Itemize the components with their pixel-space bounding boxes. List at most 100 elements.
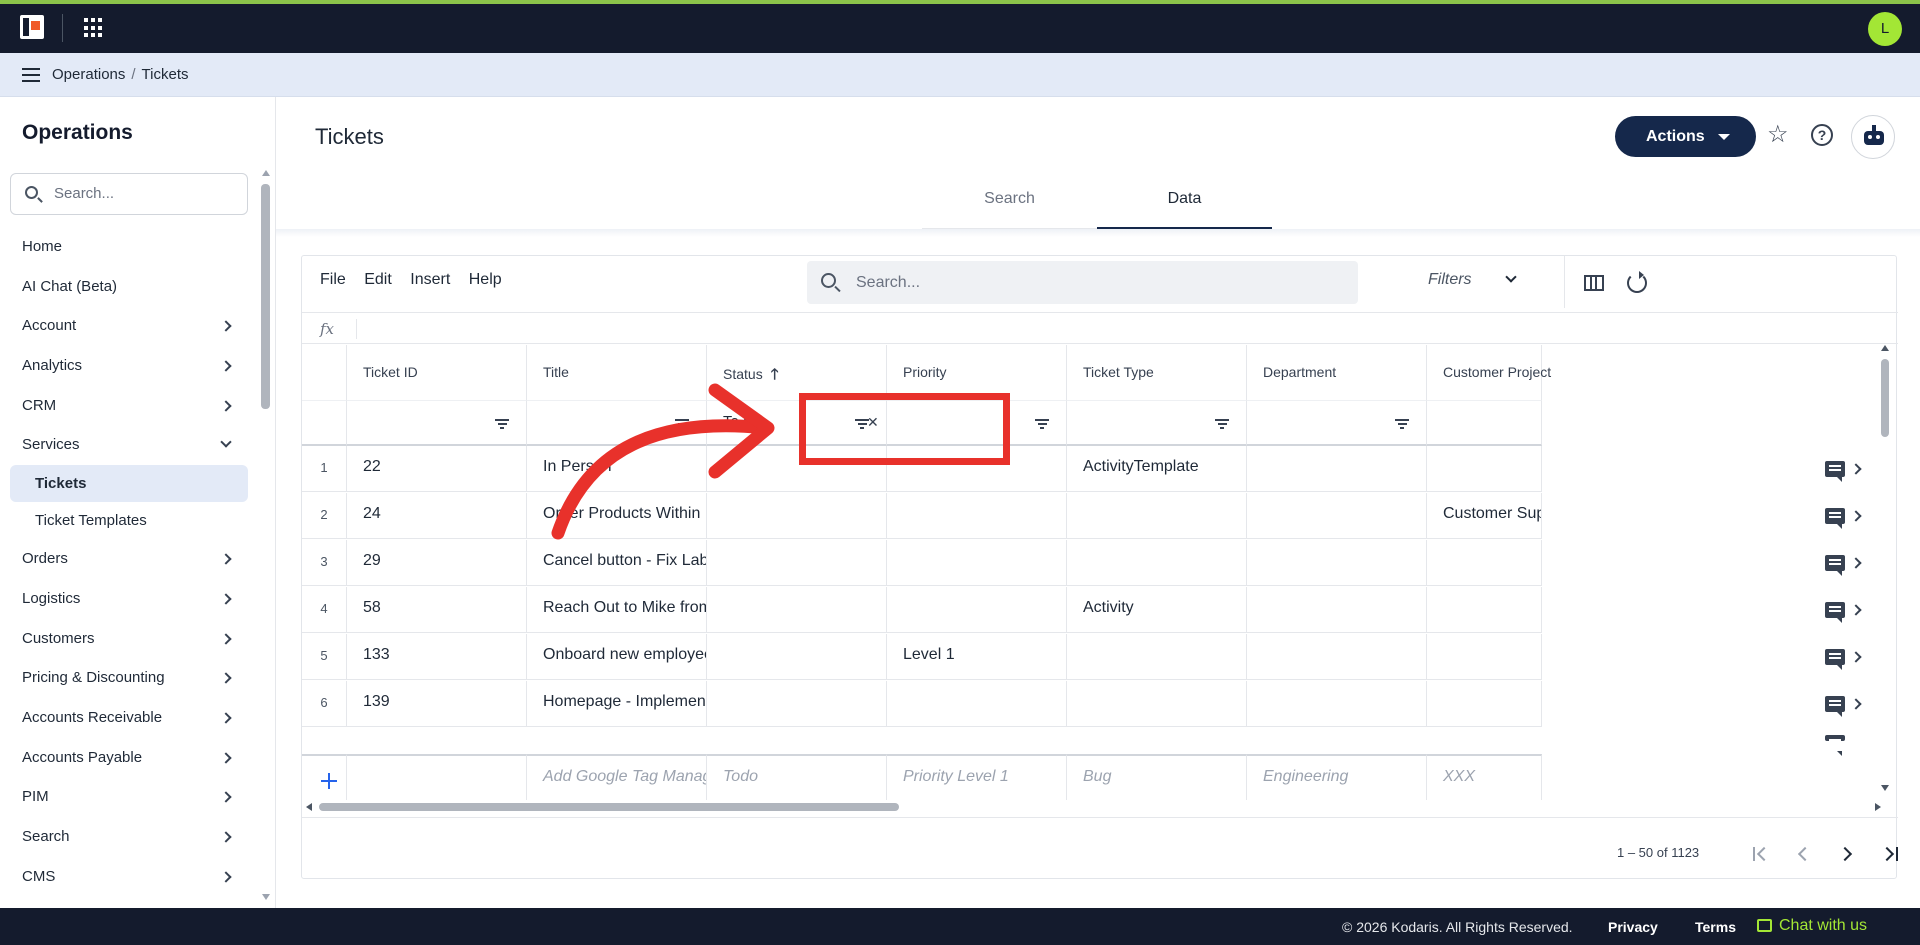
column-filter-ticket-id[interactable]: [347, 400, 527, 446]
chevron-right-icon[interactable]: [1850, 651, 1862, 663]
refresh-icon[interactable]: [1627, 271, 1647, 293]
sidebar-item-account[interactable]: Account: [0, 306, 256, 346]
add-row-button[interactable]: [302, 754, 347, 800]
column-filter-title[interactable]: [527, 400, 707, 446]
scroll-left-icon[interactable]: [306, 803, 312, 811]
table-cell[interactable]: Reach Out to Mike from...: [527, 587, 707, 633]
comment-icon[interactable]: [1825, 649, 1845, 670]
sidebar-item-ticket-templates[interactable]: Ticket Templates: [0, 502, 256, 539]
table-cell[interactable]: 24: [347, 493, 527, 539]
next-page-icon[interactable]: [1837, 844, 1858, 864]
table-cell[interactable]: [1067, 540, 1247, 586]
table-cell[interactable]: [1247, 634, 1427, 680]
menu-file[interactable]: File: [320, 271, 346, 288]
breadcrumb-parent[interactable]: Operations: [52, 66, 125, 83]
column-header-status[interactable]: Status 🡑: [707, 345, 887, 400]
table-cell[interactable]: Onboard new employee: [527, 634, 707, 680]
menu-toggle-icon[interactable]: [22, 68, 40, 82]
add-row-placeholder[interactable]: Priority Level 1: [887, 754, 1067, 800]
column-filter-ticket-type[interactable]: [1067, 400, 1247, 446]
add-row-placeholder[interactable]: Bug: [1067, 754, 1247, 800]
apps-grid-icon[interactable]: [84, 18, 104, 38]
chevron-right-icon[interactable]: [1850, 463, 1862, 475]
table-cell[interactable]: [1427, 446, 1542, 492]
table-cell[interactable]: [707, 587, 887, 633]
column-header-department[interactable]: Department: [1247, 345, 1427, 400]
table-cell[interactable]: [887, 587, 1067, 633]
table-cell[interactable]: [1247, 681, 1427, 727]
first-page-icon[interactable]: [1750, 844, 1772, 864]
sidebar-search-input[interactable]: Search...: [10, 173, 248, 215]
add-row-placeholder[interactable]: [347, 754, 527, 800]
filter-icon[interactable]: [1215, 419, 1229, 429]
table-cell[interactable]: [887, 681, 1067, 727]
tab-data[interactable]: Data: [1097, 191, 1272, 229]
sidebar-item-home[interactable]: Home: [0, 227, 256, 267]
table-cell[interactable]: [1247, 446, 1427, 492]
sidebar-item-crm[interactable]: CRM: [0, 386, 256, 426]
table-cell[interactable]: [707, 493, 887, 539]
table-cell[interactable]: Cancel button - Fix Label: [527, 540, 707, 586]
favorite-star-icon[interactable]: ☆: [1767, 123, 1789, 147]
table-cell[interactable]: [1067, 634, 1247, 680]
filter-icon[interactable]: [855, 419, 869, 429]
help-icon[interactable]: ?: [1811, 124, 1833, 146]
table-cell[interactable]: [1427, 681, 1542, 727]
column-filter-status[interactable]: To Do ✕: [707, 400, 887, 446]
table-cell[interactable]: ActivityTemplate: [1067, 446, 1247, 492]
column-filter-customer-project[interactable]: [1427, 400, 1542, 446]
table-cell[interactable]: 58: [347, 587, 527, 633]
sort-ascending-icon[interactable]: 🡑: [771, 364, 779, 389]
sidebar-item-services[interactable]: Services: [0, 425, 256, 465]
table-cell[interactable]: [707, 540, 887, 586]
ai-assistant-button[interactable]: [1851, 115, 1895, 159]
comment-icon[interactable]: [1825, 696, 1845, 717]
menu-insert[interactable]: Insert: [410, 271, 450, 288]
last-page-icon[interactable]: [1879, 844, 1902, 864]
table-cell[interactable]: Customer Support: [1427, 493, 1542, 539]
table-cell[interactable]: [1067, 493, 1247, 539]
scroll-right-icon[interactable]: [1875, 803, 1881, 811]
sidebar-item-analytics[interactable]: Analytics: [0, 346, 256, 386]
grid-horizontal-scroll-thumb[interactable]: [319, 803, 899, 811]
scroll-up-icon[interactable]: [1881, 345, 1889, 351]
table-cell[interactable]: [1247, 493, 1427, 539]
menu-help[interactable]: Help: [469, 271, 502, 288]
table-cell[interactable]: [707, 446, 887, 492]
privacy-link[interactable]: Privacy: [1608, 919, 1658, 935]
sidebar-item-logistics[interactable]: Logistics: [0, 579, 256, 619]
terms-link[interactable]: Terms: [1695, 919, 1736, 935]
sidebar-item-ai-chat-beta[interactable]: AI Chat (Beta): [0, 267, 256, 307]
filters-dropdown[interactable]: Filters: [1428, 271, 1472, 289]
column-header-title[interactable]: Title: [527, 345, 707, 400]
tab-search[interactable]: Search: [922, 191, 1097, 229]
sidebar-item-customer-knowledge-b[interactable]: Customer Knowledge B...: [0, 896, 256, 908]
table-cell[interactable]: Level 1: [887, 634, 1067, 680]
table-cell[interactable]: [1427, 540, 1542, 586]
grid-search-input[interactable]: Search...: [807, 261, 1358, 304]
sidebar-item-tickets[interactable]: Tickets: [10, 465, 248, 503]
chevron-right-icon[interactable]: [1850, 698, 1862, 710]
grid-vertical-scrollbar[interactable]: [1880, 345, 1890, 791]
scroll-up-icon[interactable]: [262, 170, 270, 176]
table-cell[interactable]: [887, 540, 1067, 586]
chevron-right-icon[interactable]: [1850, 604, 1862, 616]
table-cell[interactable]: In Person: [527, 446, 707, 492]
sidebar-item-accounts-receivable[interactable]: Accounts Receivable: [0, 698, 256, 738]
scroll-down-icon[interactable]: [1881, 785, 1889, 791]
column-header-ticket-type[interactable]: Ticket Type: [1067, 345, 1247, 400]
table-cell[interactable]: [707, 634, 887, 680]
menu-edit[interactable]: Edit: [364, 271, 392, 288]
filter-icon[interactable]: [495, 419, 509, 429]
sidebar-item-orders[interactable]: Orders: [0, 539, 256, 579]
actions-button[interactable]: Actions: [1615, 116, 1756, 157]
column-filter-priority[interactable]: [887, 400, 1067, 446]
comment-icon[interactable]: [1825, 602, 1845, 623]
chevron-right-icon[interactable]: [1850, 557, 1862, 569]
column-header-ticket-id[interactable]: Ticket ID: [347, 345, 527, 400]
sidebar-scroll-thumb[interactable]: [261, 184, 270, 409]
comment-icon[interactable]: [1825, 461, 1845, 482]
grid-horizontal-scrollbar[interactable]: [306, 801, 1881, 811]
status-filter-value[interactable]: To Do: [723, 413, 762, 430]
formula-bar[interactable]: fx: [302, 312, 1898, 344]
